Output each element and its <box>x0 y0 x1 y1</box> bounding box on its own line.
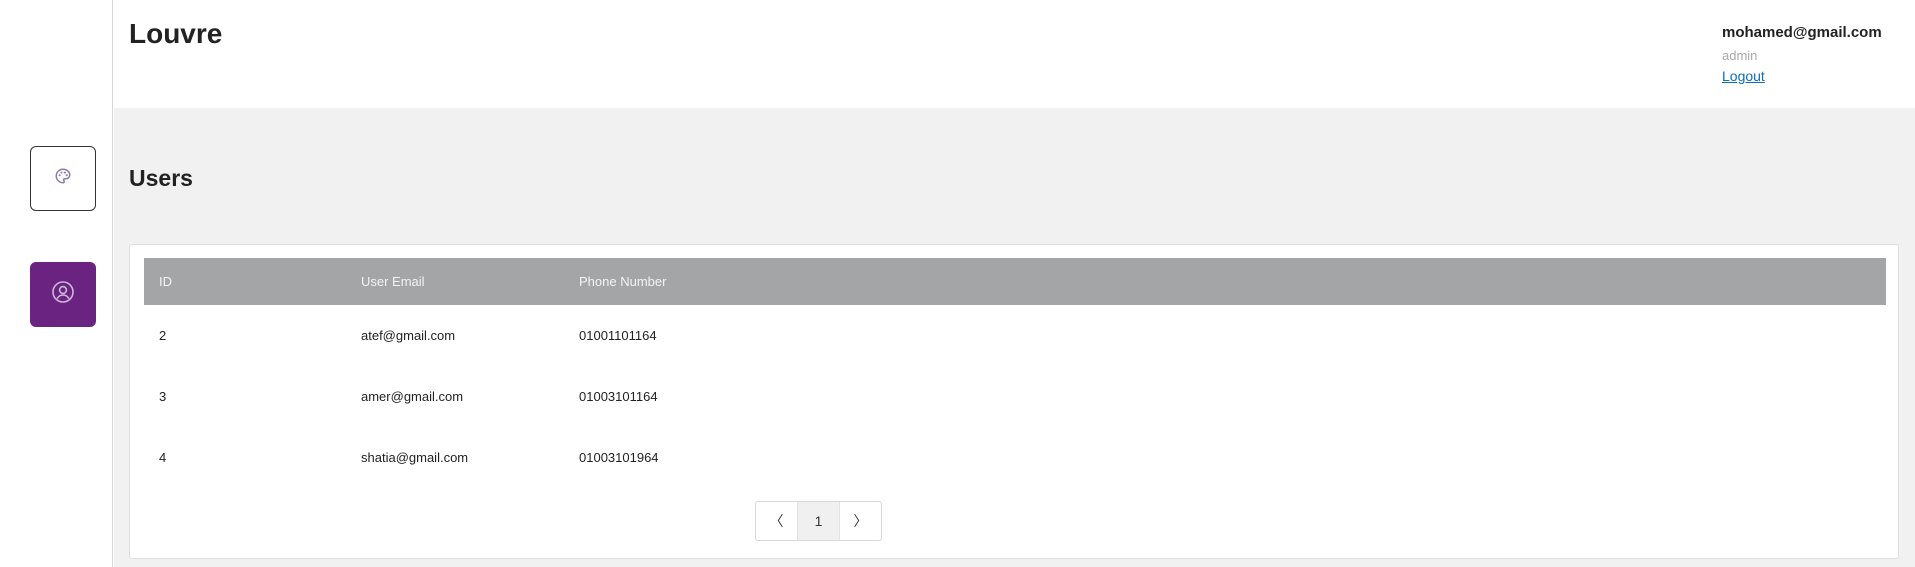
cell-phone: 01003101964 <box>579 450 659 465</box>
cell-id: 2 <box>159 328 167 343</box>
palette-icon <box>54 167 72 190</box>
page-number-button[interactable]: 1 <box>797 502 840 540</box>
users-card: ID User Email Phone Number 2 atef@gmail.… <box>129 244 1899 559</box>
column-header-id: ID <box>159 274 172 289</box>
table-row: 3 amer@gmail.com 01003101164 <box>144 366 1886 427</box>
cell-id: 3 <box>159 389 167 404</box>
user-info: mohamed@gmail.com admin Logout <box>1722 24 1882 86</box>
sidebar-item-artworks[interactable] <box>30 146 96 211</box>
sidebar <box>0 0 113 567</box>
users-table: ID User Email Phone Number 2 atef@gmail.… <box>144 258 1886 488</box>
cell-phone: 01001101164 <box>579 328 657 343</box>
cell-email: shatia@gmail.com <box>361 450 469 465</box>
cell-phone: 01003101164 <box>579 389 658 404</box>
main-content: Users ID User Email Phone Number 2 atef@… <box>114 108 1915 567</box>
user-email: mohamed@gmail.com <box>1722 24 1882 41</box>
cell-email: amer@gmail.com <box>361 389 464 404</box>
next-page-button[interactable]: 〉 <box>840 502 881 540</box>
cell-id: 4 <box>159 450 167 465</box>
sidebar-item-users[interactable] <box>30 262 96 327</box>
app-brand: Louvre <box>129 18 223 49</box>
prev-page-button[interactable]: 〈 <box>756 502 797 540</box>
pagination: 〈 1 〉 <box>755 501 882 541</box>
table-row: 2 atef@gmail.com 01001101164 <box>144 305 1886 366</box>
column-header-email: User Email <box>361 274 425 289</box>
cell-email: atef@gmail.com <box>361 328 456 343</box>
app-root: Louvre mohamed@gmail.com admin Logout Us… <box>0 0 1915 567</box>
table-header: ID User Email Phone Number <box>144 258 1886 305</box>
user-role: admin <box>1722 48 1758 63</box>
logout-link[interactable]: Logout <box>1722 68 1765 84</box>
user-circle-icon <box>51 280 75 309</box>
column-header-phone: Phone Number <box>579 274 667 289</box>
top-header: Louvre mohamed@gmail.com admin Logout <box>113 0 1915 108</box>
table-row: 4 shatia@gmail.com 01003101964 <box>144 427 1886 488</box>
page-title: Users <box>129 165 193 191</box>
